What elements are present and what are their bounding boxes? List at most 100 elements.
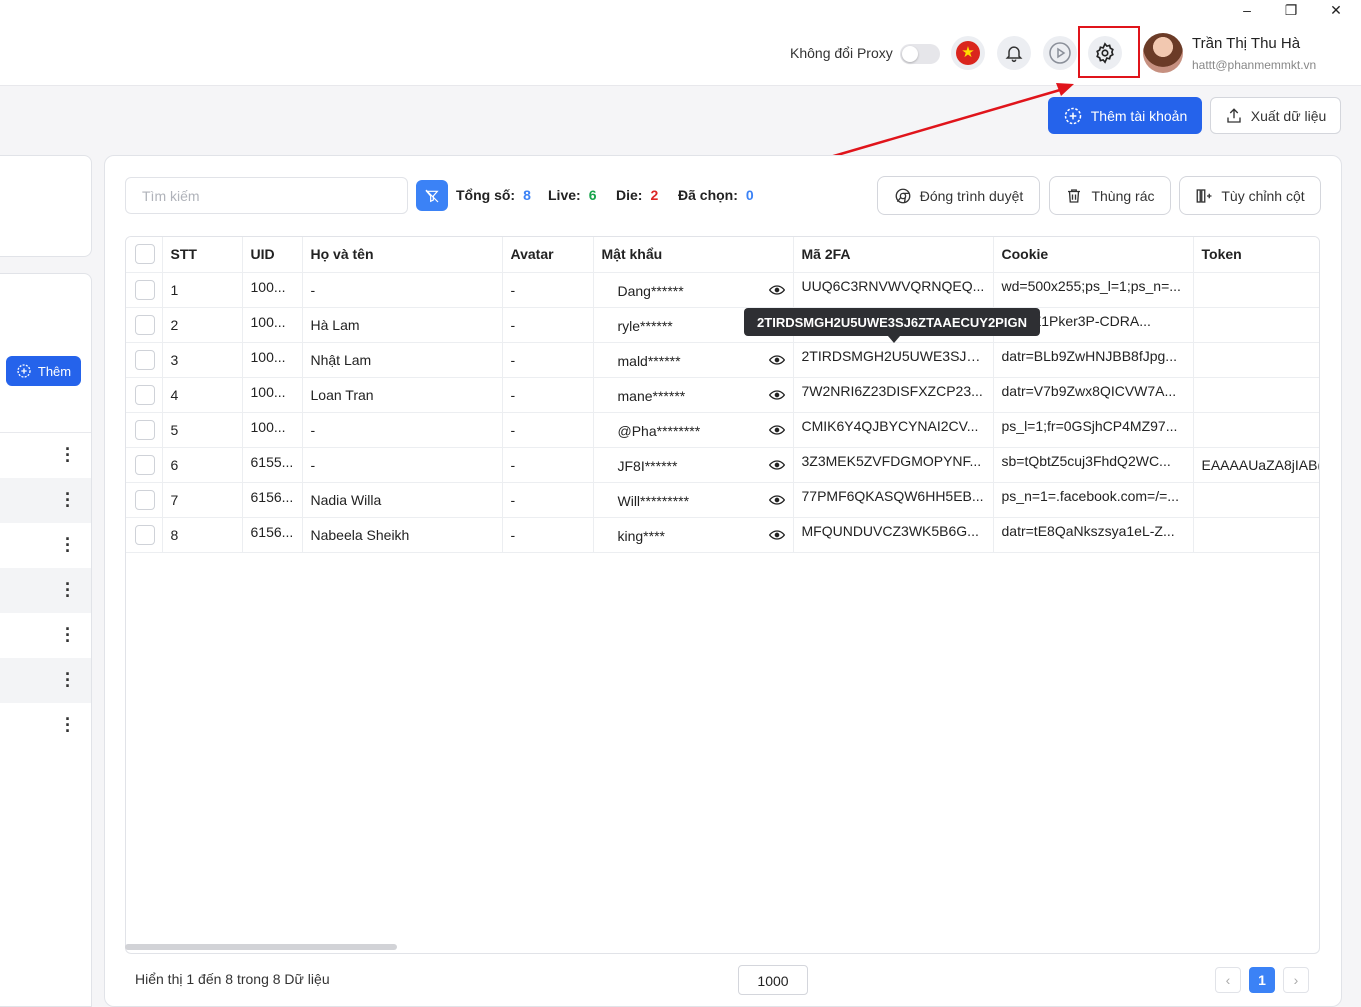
row-checkbox[interactable] (135, 314, 155, 335)
column-header[interactable]: Token (1193, 237, 1319, 273)
password-value: Will********* (617, 493, 690, 509)
name-cell: Loan Tran (302, 377, 503, 413)
select-all-checkbox[interactable] (135, 244, 155, 265)
cookie-cell[interactable]: sb=tQbtZ5cuj3FhdQ2WC... (993, 447, 1194, 483)
row-checkbox[interactable] (135, 454, 155, 475)
uid-cell: 100... (242, 412, 303, 448)
table-row[interactable]: 6 6155... - - JF8I****** 3Z3MEK5ZVFDGMOPYNF..… (126, 447, 1319, 483)
twofa-tooltip: 2TIRDSMGH2U5UWE3SJ6ZTAAECUY2PIGN (744, 308, 1040, 336)
trash-button[interactable]: Thùng rác (1049, 176, 1171, 215)
cookie-cell[interactable]: datr=V7b9Zwx8QICVW7A... (993, 377, 1194, 413)
row-checkbox[interactable] (135, 524, 155, 545)
token-cell[interactable] (1193, 272, 1319, 308)
token-cell[interactable] (1193, 342, 1319, 378)
token-cell[interactable] (1193, 377, 1319, 413)
column-header[interactable]: Mã 2FA (793, 237, 994, 273)
row-checkbox[interactable] (135, 419, 155, 440)
cookie-cell[interactable]: datr=BLb9ZwHNJBB8fJpg... (993, 342, 1194, 378)
sidebar-group-row[interactable]: · · · (0, 523, 91, 568)
token-cell[interactable]: EAAAAUaZA8jIAB( (1193, 447, 1319, 483)
column-header[interactable]: Mật khẩu (593, 237, 794, 273)
table-row[interactable]: 3 100... Nhật Lam - mald****** 2TIRDSMGH2U5UW… (126, 342, 1319, 378)
row-checkbox[interactable] (135, 349, 155, 370)
uid-cell: 6155... (242, 447, 303, 483)
more-icon[interactable]: · · · (62, 485, 74, 515)
add-group-label: Thêm (37, 363, 72, 379)
add-group-button[interactable]: Thêm (6, 356, 81, 386)
eye-icon[interactable] (768, 389, 785, 400)
export-data-button[interactable]: Xuất dữ liệu (1210, 97, 1341, 134)
cookie-cell[interactable]: ps_n=1=.facebook.com=/=... (993, 482, 1194, 518)
token-cell[interactable] (1193, 307, 1319, 343)
twofa-cell[interactable]: CMIK6Y4QJBYCYNAI2CV... (793, 412, 994, 448)
eye-icon[interactable] (768, 424, 785, 435)
twofa-cell[interactable]: 3Z3MEK5ZVFDGMOPYNF... (793, 447, 994, 483)
twofa-cell[interactable]: 77PMF6QKASQW6HH5EB... (793, 482, 994, 518)
table-row[interactable]: 1 100... - - Dang****** UUQ6C3RNVWVQRNQEQ... w… (126, 272, 1319, 308)
password-cell: mald****** (593, 342, 794, 378)
uid-cell: 6156... (242, 517, 303, 553)
clear-filter-button[interactable] (416, 180, 448, 211)
eye-icon[interactable] (768, 459, 785, 470)
column-header[interactable]: Họ và tên (302, 237, 503, 273)
eye-icon[interactable] (768, 354, 785, 365)
page-size-select[interactable]: 1000 (738, 965, 808, 995)
search-input[interactable] (125, 177, 408, 214)
name-cell: Nadia Willa (302, 482, 503, 518)
stt-cell: 4 (162, 377, 243, 413)
sidebar-group-row[interactable]: · · · (0, 568, 91, 613)
next-page-button[interactable]: › (1283, 967, 1309, 993)
stt-cell: 7 (162, 482, 243, 518)
twofa-cell[interactable]: UUQ6C3RNVWVQRNQEQ... (793, 272, 994, 308)
stt-cell: 5 (162, 412, 243, 448)
table-row[interactable]: 4 100... Loan Tran - mane****** 7W2NRI6Z23DIS… (126, 377, 1319, 413)
more-icon[interactable]: · · · (62, 665, 74, 695)
sidebar-group-row[interactable]: · · · (0, 478, 91, 523)
cookie-cell[interactable]: wd=500x255;ps_l=1;ps_n=... (993, 272, 1194, 308)
twofa-cell[interactable]: 2TIRDSMGH2U5UWE3SJ6... (793, 342, 994, 378)
table-row[interactable]: 5 100... - - @Pha******** CMIK6Y4QJBYCYNAI2CV… (126, 412, 1319, 448)
sidebar-group-row[interactable]: · · · (0, 703, 91, 748)
more-icon[interactable]: · · · (62, 530, 74, 560)
row-checkbox[interactable] (135, 384, 155, 405)
password-cell: mane****** (593, 377, 794, 413)
row-select-cell (126, 377, 163, 413)
sidebar-group-row[interactable]: · · · (0, 613, 91, 658)
token-cell[interactable] (1193, 482, 1319, 518)
row-checkbox[interactable] (135, 489, 155, 510)
more-icon[interactable]: · · · (62, 710, 74, 740)
more-icon[interactable]: · · · (62, 440, 74, 470)
twofa-cell[interactable]: 7W2NRI6Z23DISFXZCP23... (793, 377, 994, 413)
more-icon[interactable]: · · · (62, 620, 74, 650)
page-button[interactable]: 1 (1249, 967, 1275, 993)
add-account-button[interactable]: Thêm tài khoản (1048, 97, 1202, 134)
row-checkbox[interactable] (135, 279, 155, 300)
more-icon[interactable]: · · · (62, 575, 74, 605)
prev-page-button[interactable]: ‹ (1215, 967, 1241, 993)
table-row[interactable]: 8 6156... Nabeela Sheikh - king**** MFQUNDUVC… (126, 517, 1319, 553)
sidebar-group-row[interactable]: · · · (0, 658, 91, 703)
horizontal-scrollbar[interactable] (125, 944, 397, 950)
token-cell[interactable] (1193, 412, 1319, 448)
eye-icon[interactable] (768, 284, 785, 295)
sidebar-group-row[interactable]: · · · (0, 433, 91, 478)
avatar-cell: - (502, 517, 594, 553)
table-row[interactable]: 2 100... Hà Lam - ryle****** 3Lb9Z1Pker3P-CDR… (126, 307, 1319, 343)
close-browser-button[interactable]: Đóng trình duyệt (877, 176, 1040, 215)
customize-columns-button[interactable]: Tùy chỉnh cột (1179, 176, 1321, 215)
column-header[interactable]: STT (162, 237, 243, 273)
password-value: ryle****** (617, 318, 673, 334)
uid-cell: 100... (242, 307, 303, 343)
cookie-cell[interactable]: datr=tE8QaNkszsya1eL-Z... (993, 517, 1194, 553)
table-row[interactable]: 7 6156... Nadia Willa - Will********* 77PMF6Q… (126, 482, 1319, 518)
column-header[interactable]: Cookie (993, 237, 1194, 273)
eye-icon[interactable] (768, 529, 785, 540)
column-header[interactable]: UID (242, 237, 303, 273)
column-header[interactable]: Avatar (502, 237, 594, 273)
twofa-cell[interactable]: MFQUNDUVCZ3WK5B6G... (793, 517, 994, 553)
token-cell[interactable] (1193, 517, 1319, 553)
eye-icon[interactable] (768, 494, 785, 505)
row-select-cell (126, 447, 163, 483)
uid-cell: 100... (242, 272, 303, 308)
cookie-cell[interactable]: ps_l=1;fr=0GSjhCP4MZ97... (993, 412, 1194, 448)
